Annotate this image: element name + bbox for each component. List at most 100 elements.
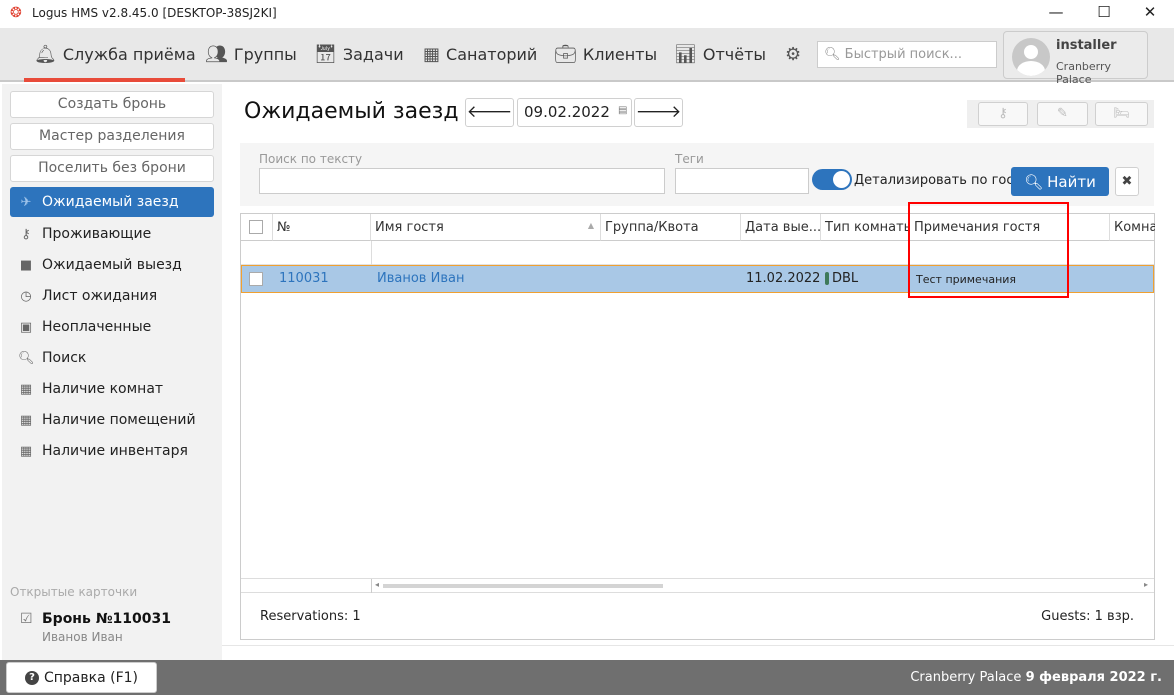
open-cards-label: Открытые карточки [10,585,138,599]
search-icon: 🔍︎ [1024,172,1044,191]
sidebar-item-unpaid[interactable]: ▣ Неоплаченные [10,312,214,342]
sidebar-item-room-availability[interactable]: ▦ Наличие комнат [10,374,214,404]
find-button[interactable]: 🔍︎ Найти [1011,167,1109,196]
sidebar-item-label: Наличие инвентаря [42,443,188,459]
key-icon: ⚷ [21,226,31,242]
highlight-box [908,202,1069,298]
sidebar-item-expected-arrival[interactable]: ✈ Ожидаемый заезд [10,187,214,217]
top-nav: 🔔︎ Служба приёма 👥︎ Группы 📅︎ Задачи ▦ Санат… [0,28,1174,86]
column-header-room[interactable]: Комна [1110,214,1155,241]
page-title: Ожидаемый заезд [244,99,459,124]
scrollbar-thumb[interactable] [383,584,663,588]
create-booking-button[interactable]: Создать бронь [10,91,214,118]
quick-search-input[interactable]: 🔍︎ Быстрый поиск... [817,41,997,68]
money-icon: ▣ [19,319,33,335]
user-panel[interactable]: installer Cranberry Palace [1003,31,1148,86]
row-guest-link[interactable]: Иванов Иван [373,265,468,292]
nav-label: Задачи [342,44,404,64]
maximize-button[interactable]: ☐ [1084,2,1124,24]
sidebar-item-inventory-availability[interactable]: ▦ Наличие инвентаря [10,436,214,466]
status-hotel: Cranberry Palace [910,670,1022,685]
edit-button[interactable]: ✎ [1037,102,1088,126]
sidebar-item-waitlist[interactable]: ◷ Лист ожидания [10,281,214,311]
nav-groups[interactable]: 👥︎ Группы [205,42,297,66]
column-header-number[interactable]: № [273,214,371,241]
sidebar-item-in-house[interactable]: ⚷ Проживающие [10,219,214,249]
column-header-guest[interactable]: Имя гостя ▲ [371,214,601,241]
text-search-label: Поиск по тексту [259,152,363,166]
divider [222,645,1174,646]
grid-icon: ▦ [19,381,33,397]
close-button[interactable]: ✕ [1130,2,1170,24]
grid-icon: ▦ [19,412,33,428]
find-label: Найти [1047,172,1096,191]
row-room-type: DBL [832,271,859,286]
nav-label: Клиенты [582,44,658,64]
column-header-group[interactable]: Группа/Квота [601,214,741,241]
sidebar-item-space-availability[interactable]: ▦ Наличие помещений [10,405,214,435]
suitcase-icon: ■ [19,257,33,273]
briefcase-icon: 💼︎ [554,43,577,65]
calendar-check-icon: 📅︎ [314,43,337,65]
nav-label: Отчёты [702,44,767,64]
clear-filter-button[interactable]: ✖ [1115,167,1139,196]
nav-clients[interactable]: 💼︎ Клиенты [554,42,657,66]
detail-toggle[interactable] [812,169,852,190]
column-header-departure[interactable]: Дата вые... [741,214,821,241]
scroll-right-icon[interactable]: ▸ [1144,580,1148,589]
scroll-left-icon[interactable]: ◂ [375,580,379,589]
minimize-button[interactable]: — [1036,2,1076,24]
window-title: Logus HMS v2.8.45.0 [DESKTOP-38SJ2KI] [32,6,277,20]
edit-icon: ✎ [1057,106,1068,121]
bed-icon: 🛏︎ [1113,106,1130,121]
avatar [1012,38,1050,76]
sidebar-item-label: Проживающие [42,226,152,242]
clock-icon: ◷ [20,288,32,304]
select-all-checkbox-cell[interactable] [241,214,273,241]
key-button[interactable]: ⚷ [978,102,1028,126]
sidebar-item-label: Ожидаемый заезд [42,194,179,210]
help-button[interactable]: ? Справка (F1) [6,662,157,693]
nav-front-desk[interactable]: 🔔︎ Служба приёма [34,42,196,66]
close-icon: ✖ [1121,174,1133,189]
help-label: Справка (F1) [43,669,138,686]
status-bar: ? Справка (F1) Cranberry Palace 9 февраля… [0,660,1174,695]
text-search-input[interactable] [259,168,665,194]
open-card-title[interactable]: Бронь №110031 [42,611,171,627]
arrow-right-icon: 🡒 [635,102,682,122]
row-checkbox-cell[interactable] [249,265,263,292]
nav-tasks[interactable]: 📅︎ Задачи [314,42,404,66]
row-room [1112,265,1120,292]
select-all-checkbox[interactable] [249,220,263,234]
nav-label: Санаторий [446,44,538,64]
column-label: Имя гостя [375,220,444,235]
sidebar-item-label: Наличие комнат [42,381,164,397]
prev-date-button[interactable]: 🡐 [465,98,514,127]
next-date-button[interactable]: 🡒 [634,98,683,127]
sidebar-item-expected-departure[interactable]: ■ Ожидаемый выезд [10,250,214,280]
status-date: 9 февраля 2022 г. [1025,670,1162,685]
building-icon: ▦ [423,43,441,65]
bed-button[interactable]: 🛏︎ [1095,102,1148,126]
tags-label: Теги [675,152,704,166]
nav-sanatorium[interactable]: ▦ Санаторий [423,42,537,66]
title-bar: ❂ Logus HMS v2.8.45.0 [DESKTOP-38SJ2KI] … [0,0,1174,28]
sidebar-item-search[interactable]: 🔍︎ Поиск [10,343,214,373]
nav-reports[interactable]: 📊︎ Отчёты [674,42,766,66]
tags-input[interactable] [675,168,809,194]
checkbox-icon: ☑ [20,611,33,627]
sidebar-item-label: Ожидаемый выезд [42,257,182,273]
date-field[interactable]: 09.02.2022 ▤ [517,98,632,127]
user-hotel: Cranberry Palace [1056,60,1112,86]
user-name: installer [1056,38,1117,53]
settings-button[interactable]: ⚙ [785,42,801,66]
horizontal-scrollbar[interactable]: ◂ ▸ [241,578,1154,593]
sort-asc-icon: ▲ [587,221,594,230]
row-number-link[interactable]: 110031 [275,265,333,292]
row-checkbox[interactable] [249,272,263,286]
search-icon: 🔍︎ [18,350,35,366]
app-logo-icon: ❂ [10,5,22,21]
check-in-without-booking-button[interactable]: Поселить без брони [10,155,214,182]
split-wizard-button[interactable]: Мастер разделения [10,123,214,150]
column-header-room-type[interactable]: Тип комнаты [821,214,910,241]
